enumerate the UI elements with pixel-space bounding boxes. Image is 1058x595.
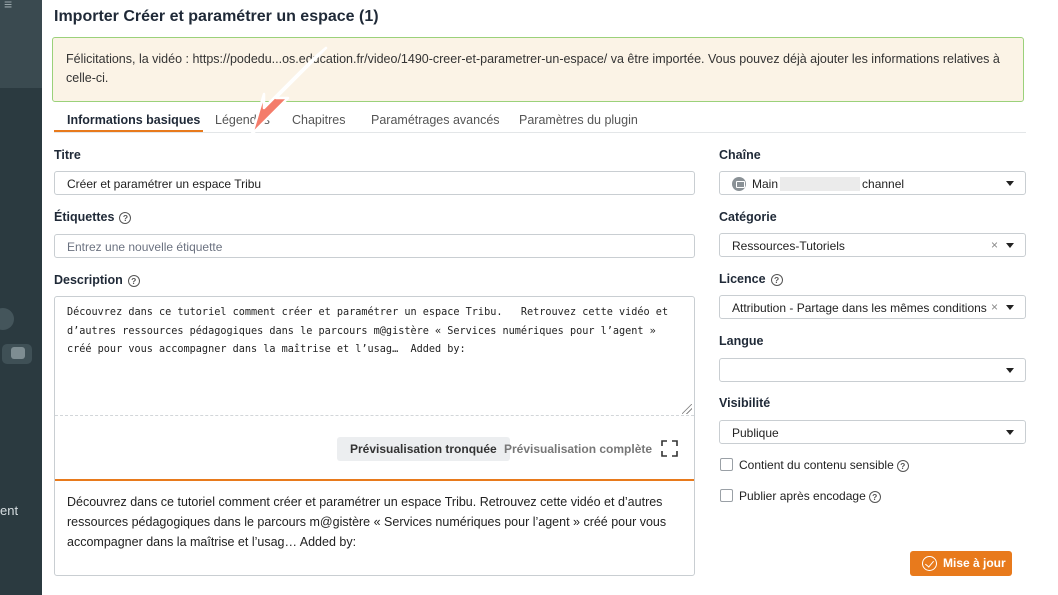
publish-after-encoding-row: Publier après encodage?: [720, 489, 881, 503]
preview-truncated-button[interactable]: Prévisualisation tronquée: [337, 437, 510, 461]
license-value: Attribution - Partage dans les mêmes con…: [732, 301, 987, 315]
fullscreen-icon[interactable]: [661, 440, 678, 457]
help-icon[interactable]: ?: [868, 491, 881, 503]
sidebar-avatar-icon[interactable]: [0, 308, 14, 330]
title-label: Titre: [54, 148, 81, 162]
preview-full-button[interactable]: Prévisualisation complète: [491, 437, 665, 461]
channel-value-suffix: channel: [862, 177, 905, 191]
channel-value-prefix: Main: [752, 177, 779, 191]
category-select[interactable]: Ressources-Tutoriels ×: [719, 233, 1026, 257]
help-icon[interactable]: ?: [119, 212, 132, 224]
sensitive-content-checkbox[interactable]: [720, 458, 733, 471]
help-icon[interactable]: ?: [127, 275, 140, 287]
license-label: Licence?: [719, 272, 783, 286]
redacted-block: [780, 177, 861, 191]
clear-icon[interactable]: ×: [991, 238, 998, 252]
sidebar-item-label[interactable]: ent: [0, 503, 18, 518]
description-label-text: Description: [54, 273, 123, 287]
channel-label: Chaîne: [719, 148, 761, 162]
language-label: Langue: [719, 334, 764, 348]
description-field: Découvrez dans ce tutoriel comment créer…: [54, 296, 695, 576]
update-button[interactable]: Mise à jour: [910, 551, 1012, 576]
description-editor[interactable]: Découvrez dans ce tutoriel comment créer…: [55, 297, 694, 416]
chevron-down-icon: [1006, 305, 1014, 310]
resize-handle-icon[interactable]: [682, 404, 692, 414]
visibility-select[interactable]: Publique: [719, 420, 1026, 444]
tab-legendes[interactable]: Légendes: [215, 113, 270, 127]
chevron-down-icon: [1006, 243, 1014, 248]
tags-input[interactable]: Entrez une nouvelle étiquette: [54, 234, 695, 258]
tab-parametrages-avances[interactable]: Paramétrages avancés: [371, 113, 500, 127]
menu-icon[interactable]: ≡: [4, 0, 12, 12]
tab-informations-basiques[interactable]: Informations basiques: [67, 113, 200, 127]
channel-icon: [732, 177, 746, 191]
category-label: Catégorie: [719, 210, 777, 224]
preview-separator: [55, 479, 694, 481]
tab-parametres-plugin[interactable]: Paramètres du plugin: [519, 113, 638, 127]
category-value: Ressources-Tutoriels: [732, 239, 845, 253]
sensitive-content-label[interactable]: Contient du contenu sensible: [739, 458, 894, 472]
main-content: Importer Créer et paramétrer un espace (…: [42, 0, 1058, 595]
sensitive-content-row: Contient du contenu sensible?: [720, 458, 909, 472]
visibility-label: Visibilité: [719, 396, 771, 410]
description-preview: Découvrez dans ce tutoriel comment créer…: [67, 495, 667, 549]
sidebar-top-strip: ≡: [0, 0, 42, 88]
chevron-down-icon: [1006, 430, 1014, 435]
description-label: Description?: [54, 273, 140, 287]
alert-message: Félicitations, la vidéo : https://podedu…: [66, 52, 1000, 85]
success-alert: Félicitations, la vidéo : https://podedu…: [52, 37, 1024, 102]
tab-bar: Informations basiques Légendes Chapitres…: [54, 109, 1026, 133]
help-icon[interactable]: ?: [896, 460, 909, 472]
chevron-down-icon: [1006, 368, 1014, 373]
update-button-label: Mise à jour: [943, 556, 1006, 570]
tab-chapitres[interactable]: Chapitres: [292, 113, 346, 127]
page-title: Importer Créer et paramétrer un espace (…: [54, 8, 379, 25]
chat-icon[interactable]: [2, 344, 32, 364]
chevron-down-icon: [1006, 181, 1014, 186]
help-icon[interactable]: ?: [770, 274, 783, 286]
tags-label: Étiquettes?: [54, 210, 132, 224]
sidebar: ≡ ent: [0, 0, 42, 595]
publish-after-encoding-label[interactable]: Publier après encodage: [739, 489, 866, 503]
active-tab-indicator: [54, 130, 203, 132]
license-select[interactable]: Attribution - Partage dans les mêmes con…: [719, 295, 1026, 319]
visibility-value: Publique: [732, 426, 779, 440]
clear-icon[interactable]: ×: [991, 300, 998, 314]
publish-after-encoding-checkbox[interactable]: [720, 489, 733, 502]
channel-select[interactable]: Main channel: [719, 171, 1026, 195]
license-label-text: Licence: [719, 272, 766, 286]
tags-label-text: Étiquettes: [54, 210, 115, 224]
check-circle-icon: [922, 556, 937, 571]
title-input[interactable]: Créer et paramétrer un espace Tribu: [54, 171, 695, 195]
language-select[interactable]: [719, 358, 1026, 382]
